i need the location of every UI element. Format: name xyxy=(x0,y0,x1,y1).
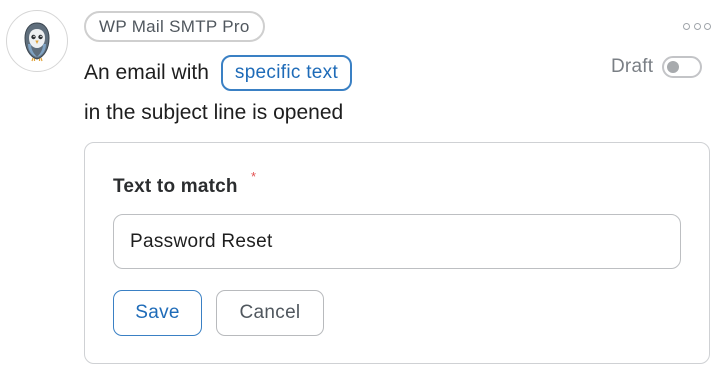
save-button[interactable]: Save xyxy=(113,290,202,336)
field-label: Text to match xyxy=(113,176,238,197)
trigger-prefix: An email with xyxy=(84,61,209,84)
more-horizontal-icon xyxy=(683,22,690,30)
toggle-knob xyxy=(667,61,680,73)
avatar xyxy=(6,10,68,72)
specific-text-token[interactable]: specific text xyxy=(220,55,353,91)
trigger-card: WP Mail SMTP Pro Draft An email with spe… xyxy=(0,0,720,374)
more-horizontal-icon xyxy=(693,22,701,30)
pigeon-logo-icon xyxy=(24,22,50,62)
cancel-button[interactable]: Cancel xyxy=(216,290,324,336)
required-marker: * xyxy=(251,169,257,184)
more-horizontal-icon xyxy=(704,22,711,30)
plugin-badge: WP Mail SMTP Pro xyxy=(84,11,265,42)
edit-panel: Text to match * Save Cancel xyxy=(84,142,710,364)
trigger-suffix: in the subject line is opened xyxy=(84,101,344,124)
draft-toggle[interactable] xyxy=(662,56,703,78)
more-options-button[interactable] xyxy=(683,18,711,34)
draft-label: Draft xyxy=(611,56,654,77)
trigger-sentence: An email with specific text xyxy=(84,55,353,91)
draft-status: Draft xyxy=(611,56,703,78)
text-to-match-input[interactable] xyxy=(113,214,681,269)
